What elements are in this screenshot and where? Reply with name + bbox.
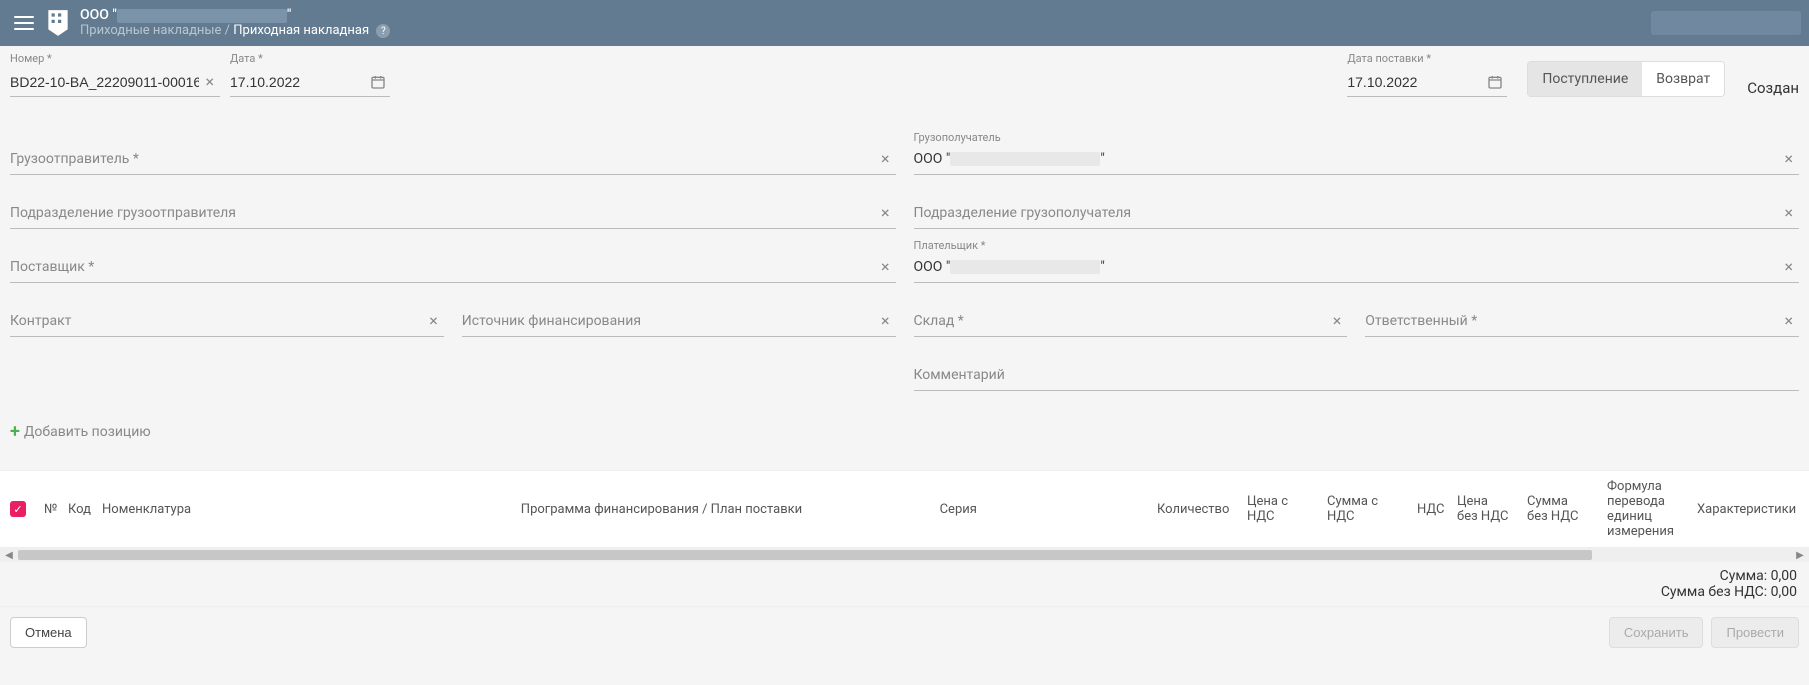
scroll-left-icon[interactable]: ◀ <box>2 548 16 562</box>
funding-field[interactable]: Источник финансирования× <box>462 305 896 337</box>
date-input[interactable] <box>230 70 366 94</box>
col-code: Код <box>60 502 94 517</box>
consignee-dept-field[interactable]: Подразделение грузополучателя× <box>914 197 1800 229</box>
clear-icon[interactable]: × <box>199 72 220 91</box>
comment-field[interactable]: Комментарий <box>914 359 1800 391</box>
col-chars: Характеристики <box>1689 502 1799 517</box>
calendar-icon[interactable] <box>366 74 390 90</box>
clear-icon[interactable]: × <box>1327 311 1348 330</box>
menu-icon[interactable] <box>8 7 40 39</box>
col-program: Программа финансирования / План поставки <box>513 502 932 517</box>
scroll-thumb[interactable] <box>18 550 1592 560</box>
org-name: ООО "" <box>80 7 390 23</box>
col-price-vat: Цена с НДС <box>1239 494 1319 524</box>
cancel-button[interactable]: Отмена <box>10 617 87 648</box>
clear-icon[interactable]: × <box>1778 149 1799 168</box>
toggle-incoming[interactable]: Поступление <box>1528 62 1642 96</box>
footer-bar: Отмена Сохранить Провести <box>0 606 1809 658</box>
breadcrumb: Приходные накладные / Приходная накладна… <box>80 24 390 39</box>
clear-icon[interactable]: × <box>875 203 896 222</box>
clear-icon[interactable]: × <box>875 311 896 330</box>
calendar-icon[interactable] <box>1483 74 1507 90</box>
type-toggle: Поступление Возврат <box>1527 61 1725 97</box>
responsible-field[interactable]: Ответственный *× <box>1365 305 1799 337</box>
horizontal-scrollbar[interactable]: ◀ ▶ <box>0 548 1809 562</box>
clear-icon[interactable]: × <box>1778 311 1799 330</box>
shipper-dept-field[interactable]: Подразделение грузоотправителя× <box>10 197 896 229</box>
plus-icon: + <box>10 421 20 442</box>
col-price-novat: Цена без НДС <box>1449 494 1519 524</box>
total-sum: Сумма: 0,00 <box>12 568 1797 584</box>
clear-icon[interactable]: × <box>1778 257 1799 276</box>
delivery-date-input[interactable] <box>1347 70 1483 94</box>
header-right-placeholder <box>1651 11 1801 35</box>
clear-icon[interactable]: × <box>423 311 444 330</box>
status-label: Создан <box>1747 79 1799 97</box>
col-no: № <box>36 502 60 517</box>
app-header: ООО "" Приходные накладные / Приходная н… <box>0 0 1809 46</box>
total-sum-novat: Сумма без НДС: 0,00 <box>12 584 1797 600</box>
number-input[interactable] <box>10 70 199 94</box>
clear-icon[interactable]: × <box>875 149 896 168</box>
clear-icon[interactable]: × <box>1778 203 1799 222</box>
date-label: Дата * <box>230 52 390 65</box>
toggle-return[interactable]: Возврат <box>1642 62 1724 96</box>
col-sum-vat: Сумма с НДС <box>1319 494 1409 524</box>
supplier-field[interactable]: Поставщик *× <box>10 251 896 283</box>
delivery-date-label: Дата поставки * <box>1347 52 1507 65</box>
consignee-label: Грузополучатель <box>914 131 1001 144</box>
post-button[interactable]: Провести <box>1711 617 1799 648</box>
app-logo-icon <box>44 8 72 38</box>
contract-field[interactable]: Контракт× <box>10 305 444 337</box>
col-nomen: Номенклатура <box>94 502 513 517</box>
breadcrumb-current: Приходная накладная <box>233 23 369 38</box>
col-formula: Формула перевода единиц измерения <box>1599 479 1689 539</box>
help-icon[interactable]: ? <box>376 24 390 38</box>
col-qty: Количество <box>1149 502 1239 517</box>
col-sum-novat: Сумма без НДС <box>1519 494 1599 524</box>
shipper-field[interactable]: Грузоотправитель *× <box>10 143 896 175</box>
col-series: Серия <box>932 502 1149 517</box>
clear-icon[interactable]: × <box>875 257 896 276</box>
col-vat: НДС <box>1409 502 1449 517</box>
consignee-field[interactable]: ООО ""× <box>914 143 1800 175</box>
payer-label: Плательщик * <box>914 239 986 252</box>
payer-field[interactable]: ООО ""× <box>914 251 1800 283</box>
add-position-button[interactable]: + Добавить позицию <box>10 415 1799 448</box>
save-button[interactable]: Сохранить <box>1609 617 1704 648</box>
number-label: Номер * <box>10 52 220 65</box>
breadcrumb-parent[interactable]: Приходные накладные <box>80 23 221 38</box>
table-header: № Код Номенклатура Программа финансирова… <box>0 470 1809 548</box>
scroll-right-icon[interactable]: ▶ <box>1793 548 1807 562</box>
select-all-checkbox[interactable] <box>10 501 26 517</box>
warehouse-field[interactable]: Склад *× <box>914 305 1348 337</box>
